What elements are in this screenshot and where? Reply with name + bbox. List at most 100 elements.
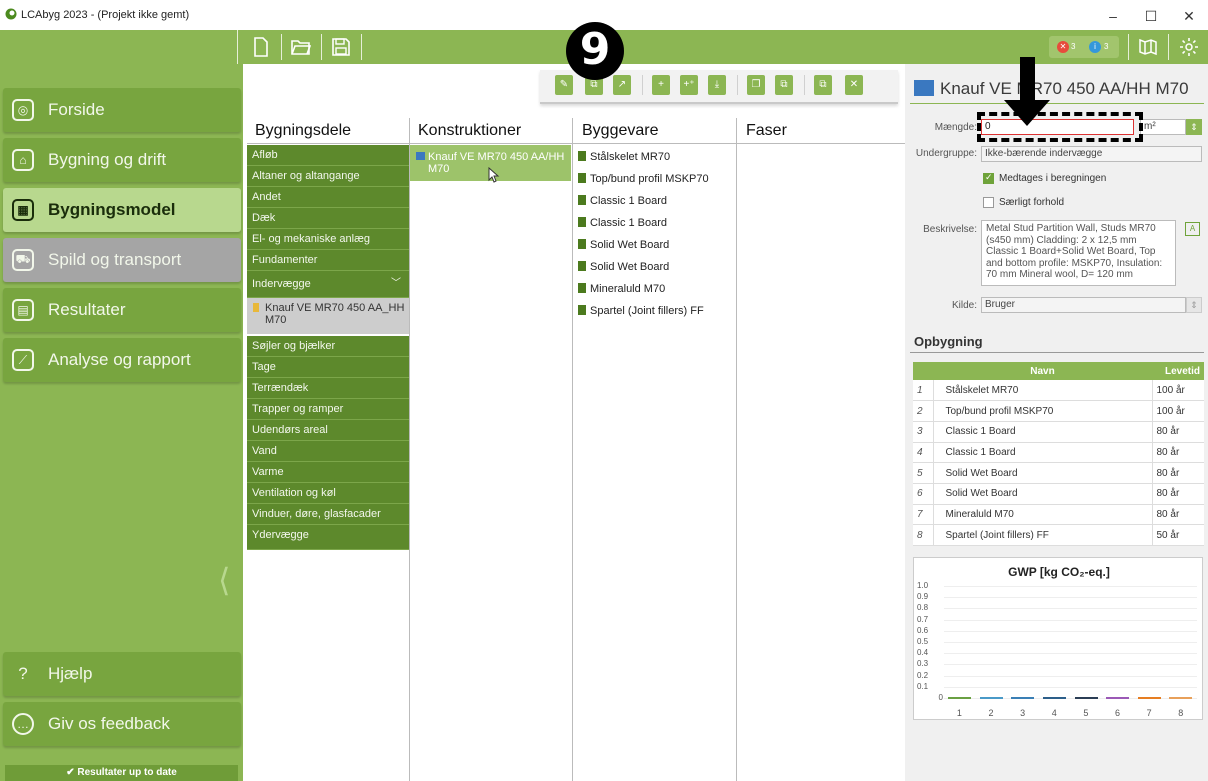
translate-icon[interactable]: A xyxy=(1185,222,1200,236)
truck-icon: ⛟ xyxy=(12,249,34,271)
row-num: 8 xyxy=(913,524,933,546)
row-levetid: 50 år xyxy=(1151,524,1204,546)
column-divider xyxy=(572,118,573,781)
table-row[interactable]: 4 Classic 1 Board 80 år xyxy=(913,442,1204,464)
minimize-button[interactable]: – xyxy=(1100,5,1126,27)
table-row[interactable]: 2 Top/bund profil MSKP70 100 år xyxy=(913,400,1204,422)
model-icon: ▦ xyxy=(12,199,34,221)
category-item[interactable]: El- og mekaniske anlæg xyxy=(247,229,409,250)
category-item[interactable]: Ydervægge xyxy=(247,525,409,550)
table-row[interactable]: 3 Classic 1 Board 80 år xyxy=(913,421,1204,443)
add-button[interactable]: + xyxy=(652,75,670,95)
category-item[interactable]: Søjler og bjælker xyxy=(247,336,409,357)
row-num: 7 xyxy=(913,504,933,526)
category-item[interactable]: Afløb xyxy=(247,145,409,166)
nav-bygning-og-drift[interactable]: ⌂ Bygning og drift xyxy=(3,138,241,182)
row-levetid: 100 år xyxy=(1151,380,1204,402)
manual-button[interactable] xyxy=(1135,34,1161,60)
material-item[interactable]: Solid Wet Board xyxy=(578,261,669,273)
add-multiple-button[interactable]: +⁺ xyxy=(680,75,698,95)
category-item[interactable]: Ventilation og køl xyxy=(247,483,409,504)
duplicate-button[interactable]: ❐ xyxy=(747,75,765,95)
nav-analyse-og-rapport[interactable]: ⟋ Analyse og rapport xyxy=(3,338,241,382)
y-tick-label: 0.9 xyxy=(917,592,929,602)
notification-badges[interactable]: ✕ 3 i 3 xyxy=(1049,36,1119,58)
step-number-badge: 9 xyxy=(566,22,624,80)
column-divider xyxy=(736,118,737,781)
category-item[interactable]: Trapper og ramper xyxy=(247,399,409,420)
import-button[interactable]: ⤓ xyxy=(708,75,726,95)
category-item[interactable]: Andet xyxy=(247,187,409,208)
row-navn: Classic 1 Board xyxy=(932,421,1152,443)
table-row[interactable]: 8 Spartel (Joint fillers) FF 50 år xyxy=(913,524,1204,546)
material-icon xyxy=(578,261,586,271)
category-item-expanded[interactable]: Indervægge ﹀ xyxy=(247,271,409,298)
export-button[interactable]: ↗ xyxy=(613,75,631,95)
table-row[interactable]: 1 Stålskelet MR70 100 år xyxy=(913,380,1204,402)
col-levetid-header[interactable]: Levetid xyxy=(1152,362,1204,380)
medtages-checkbox[interactable]: ✓ xyxy=(983,172,994,184)
material-icon xyxy=(578,239,586,249)
category-item[interactable]: Vand xyxy=(247,441,409,462)
y-tick-label: 0.3 xyxy=(917,659,929,669)
material-item[interactable]: Solid Wet Board xyxy=(578,239,669,251)
stack-button[interactable]: ⧉ xyxy=(775,75,793,95)
row-navn: Top/bund profil MSKP70 xyxy=(932,400,1152,422)
category-item[interactable]: Terrændæk xyxy=(247,378,409,399)
nav-bygningsmodel[interactable]: ▦ Bygningsmodel xyxy=(3,188,241,232)
table-row[interactable]: 7 Mineraluld M70 80 år xyxy=(913,504,1204,526)
close-button[interactable]: ✕ xyxy=(1176,5,1202,27)
material-item[interactable]: Spartel (Joint fillers) FF xyxy=(578,305,704,317)
material-item[interactable]: Classic 1 Board xyxy=(578,195,667,207)
category-item[interactable]: Fundamenter xyxy=(247,250,409,271)
save-button[interactable] xyxy=(328,34,354,60)
col-navn-header[interactable]: Navn xyxy=(933,362,1152,380)
category-item[interactable]: Dæk xyxy=(247,208,409,229)
category-item[interactable]: Vinduer, døre, glasfacader xyxy=(247,504,409,525)
kilde-select[interactable]: Bruger xyxy=(981,297,1186,313)
category-subitem-selected[interactable]: Knauf VE MR70 450 AA_HH M70 xyxy=(247,298,409,334)
open-folder-button[interactable] xyxy=(288,34,314,60)
unit-select[interactable]: m² xyxy=(1140,119,1186,135)
nav-resultater[interactable]: ▤ Resultater xyxy=(3,288,241,332)
column-divider xyxy=(409,118,410,781)
nav-hjaelp[interactable]: ? Hjælp xyxy=(3,652,241,696)
table-row[interactable]: 6 Solid Wet Board 80 år xyxy=(913,483,1204,505)
row-num: 5 xyxy=(913,462,933,484)
maximize-button[interactable]: ☐ xyxy=(1138,5,1164,27)
row-num: 3 xyxy=(913,421,933,443)
grid-line xyxy=(944,664,1197,666)
category-item[interactable]: Udendørs areal xyxy=(247,420,409,441)
new-file-button[interactable] xyxy=(248,34,274,60)
delete-button[interactable]: ✕ xyxy=(845,75,863,95)
nav-feedback[interactable]: … Giv os feedback xyxy=(3,702,241,746)
window-title: LCAbyg 2023 - (Projekt ikke gemt) xyxy=(21,9,190,21)
material-item[interactable]: Mineraluld M70 xyxy=(578,283,665,295)
material-item[interactable]: Stålskelet MR70 xyxy=(578,151,670,163)
wall-icon xyxy=(416,152,425,160)
category-item[interactable]: Tage xyxy=(247,357,409,378)
nav-forside[interactable]: ◎ Forside xyxy=(3,88,241,132)
category-item[interactable]: Varme xyxy=(247,462,409,483)
category-item[interactable]: Altaner og altangange xyxy=(247,166,409,187)
saerligt-checkbox[interactable] xyxy=(983,197,994,208)
material-item[interactable]: Top/bund profil MSKP70 xyxy=(578,173,709,185)
collapse-sidebar-icon[interactable]: ⟨ xyxy=(218,561,230,599)
nav-spild-og-transport[interactable]: ⛟ Spild og transport xyxy=(3,238,241,282)
settings-button[interactable] xyxy=(1176,34,1202,60)
undergruppe-field[interactable]: Ikke-bærende indervægge xyxy=(981,146,1202,162)
layers-button[interactable]: ⧉ xyxy=(814,75,832,95)
edit-button[interactable]: ✎ xyxy=(555,75,573,95)
download-icon: ⤓ xyxy=(714,79,720,90)
unit-stepper-icon[interactable]: ⇕ xyxy=(1186,119,1202,135)
column-header-byggevare: Byggevare xyxy=(582,122,659,139)
check-icon: ✓ xyxy=(985,172,993,182)
beskrivelse-label: Beskrivelse: xyxy=(923,224,977,235)
beskrivelse-textarea[interactable]: Metal Stud Partition Wall, Studs MR70 (s… xyxy=(981,220,1176,286)
row-num: 6 xyxy=(913,483,933,505)
table-row[interactable]: 5 Solid Wet Board 80 år xyxy=(913,462,1204,484)
material-icon xyxy=(578,195,586,205)
material-item[interactable]: Classic 1 Board xyxy=(578,217,667,229)
construction-item-selected[interactable]: Knauf VE MR70 450 AA/HH M70 xyxy=(410,145,571,183)
kilde-stepper-icon[interactable]: ⇕ xyxy=(1186,297,1202,313)
